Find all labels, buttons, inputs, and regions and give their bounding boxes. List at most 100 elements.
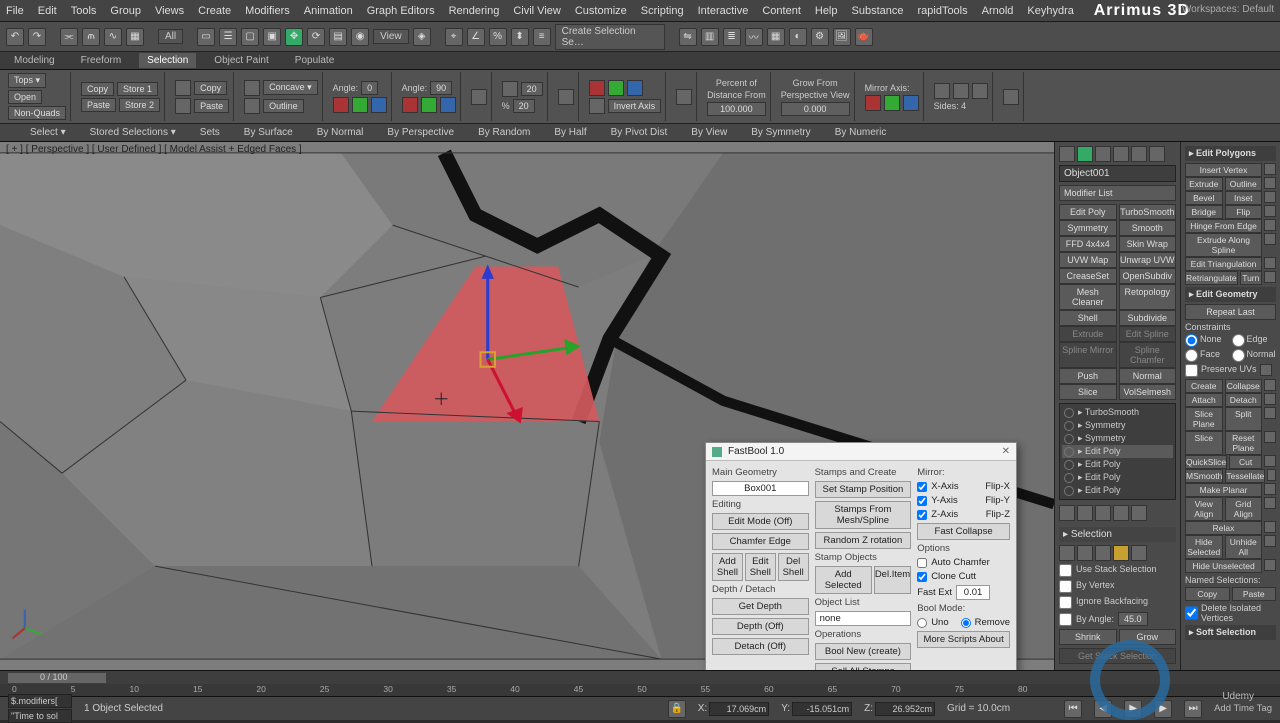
viewport[interactable]: [ + ] [ Perspective ] [ User Defined ] […: [0, 142, 1054, 670]
mirror-icon[interactable]: ⇋: [679, 28, 697, 46]
edit-triangulation-button[interactable]: Edit Triangulation: [1185, 257, 1262, 271]
menu-item[interactable]: Arnold: [982, 5, 1014, 17]
settings-icon[interactable]: [1264, 233, 1276, 245]
nonquads-button[interactable]: Non-Quads: [8, 106, 66, 120]
sides-label[interactable]: Sides: 4: [934, 101, 988, 111]
random-z-button[interactable]: Random Z rotation: [815, 532, 912, 549]
fastext-value[interactable]: 0.01: [956, 585, 990, 600]
insert-vertex-button[interactable]: Insert Vertex: [1185, 163, 1262, 177]
menu-item[interactable]: Modifiers: [245, 5, 290, 17]
modifier-normal-button[interactable]: Normal: [1119, 368, 1177, 384]
pct-value[interactable]: 20: [521, 82, 543, 96]
angle1-value[interactable]: 0: [361, 81, 378, 95]
hierarchy-tab-icon[interactable]: [1095, 146, 1111, 162]
selection-rollout[interactable]: ▸ Selection: [1059, 527, 1176, 542]
by-angle-check[interactable]: [1059, 613, 1072, 626]
invert-axis-button[interactable]: Invert Axis: [608, 99, 662, 113]
mirror-x-icon[interactable]: [865, 95, 881, 111]
named-selection-dropdown[interactable]: Create Selection Se…: [555, 24, 665, 50]
modifier-skin-wrap-button[interactable]: Skin Wrap: [1119, 236, 1177, 252]
material-editor-icon[interactable]: ◐: [789, 28, 807, 46]
by-symmetry-label[interactable]: By Symmetry: [751, 127, 810, 138]
stack-item[interactable]: ▸ Symmetry: [1062, 432, 1173, 445]
remove-radio[interactable]: [961, 618, 971, 628]
window-crossing-icon[interactable]: ▣: [263, 28, 281, 46]
axis-y2-icon[interactable]: [421, 97, 437, 113]
axis-x2-icon[interactable]: [402, 97, 418, 113]
flipx-label[interactable]: Flip-X: [985, 481, 1010, 492]
bind-icon[interactable]: ∿: [104, 28, 122, 46]
tops-button[interactable]: Tops ▾: [8, 73, 46, 88]
constraint-face-radio[interactable]: [1185, 349, 1198, 362]
bridge-button[interactable]: Bridge: [1185, 205, 1223, 219]
modifier-uvw-map-button[interactable]: UVW Map: [1059, 252, 1117, 268]
by-normal-label[interactable]: By Normal: [317, 127, 364, 138]
edit-mode-button[interactable]: Edit Mode (Off): [712, 513, 809, 530]
menu-item[interactable]: rapidTools: [917, 5, 967, 17]
by-numeric-label[interactable]: By Numeric: [835, 127, 887, 138]
half-z-icon[interactable]: [627, 80, 643, 96]
rotate-icon[interactable]: ⟳: [307, 28, 325, 46]
flipz-label[interactable]: Flip-Z: [986, 509, 1010, 520]
settings-icon[interactable]: [1267, 469, 1276, 481]
menu-item[interactable]: Animation: [304, 5, 353, 17]
paste-button[interactable]: Paste: [81, 98, 116, 112]
link-icon[interactable]: ⫘: [60, 28, 78, 46]
outline-button[interactable]: Outline: [263, 99, 304, 113]
axis-x-icon[interactable]: [333, 97, 349, 113]
menu-item[interactable]: Tools: [71, 5, 97, 17]
depth-off-button[interactable]: Depth (Off): [712, 618, 809, 635]
render-setup-icon[interactable]: ⚙: [811, 28, 829, 46]
axis-y-icon[interactable]: [352, 97, 368, 113]
edit-polygons-rollout[interactable]: ▸ Edit Polygons: [1185, 146, 1276, 161]
angle2-value[interactable]: 90: [430, 81, 452, 95]
menu-item[interactable]: File: [6, 5, 24, 17]
visibility-icon[interactable]: [1064, 434, 1074, 444]
store1-button[interactable]: Store 1: [117, 82, 158, 96]
create-button[interactable]: Create: [1185, 379, 1223, 393]
set-stamp-button[interactable]: Set Stamp Position: [815, 481, 912, 498]
axis-z-icon[interactable]: [371, 97, 387, 113]
redo-icon[interactable]: ↷: [28, 28, 46, 46]
soft-selection-rollout[interactable]: ▸ Soft Selection: [1185, 625, 1276, 640]
settings-icon[interactable]: [1264, 483, 1276, 495]
settings-icon[interactable]: [1264, 535, 1276, 547]
select-icon[interactable]: ▭: [197, 28, 215, 46]
spinner-icon[interactable]: [471, 89, 487, 105]
close-icon[interactable]: ✕: [1002, 446, 1010, 457]
menu-item[interactable]: Group: [110, 5, 141, 17]
bool-new-button[interactable]: Bool New (create): [815, 643, 912, 660]
grid-align-button[interactable]: Grid Align: [1225, 497, 1263, 521]
add-shell-button[interactable]: Add Shell: [712, 553, 743, 581]
modifier-shell-button[interactable]: Shell: [1059, 310, 1117, 326]
flipy-label[interactable]: Flip-Y: [985, 495, 1010, 506]
inset-button[interactable]: Inset: [1225, 191, 1263, 205]
delete-iso-check[interactable]: [1185, 603, 1198, 623]
configure-sets-icon[interactable]: [1131, 505, 1147, 521]
stack-item[interactable]: ▸ Edit Poly: [1062, 471, 1173, 484]
by-half-label[interactable]: By Half: [554, 127, 586, 138]
pct2-value[interactable]: 20: [513, 99, 535, 113]
lock-selection-icon[interactable]: 🔒: [668, 700, 686, 718]
settings-icon[interactable]: [1264, 407, 1276, 419]
distance-value[interactable]: 100.000: [707, 102, 766, 116]
spinner-snap-icon[interactable]: ⬍: [511, 28, 529, 46]
settings-icon[interactable]: [1264, 205, 1276, 217]
modifier-smooth-button[interactable]: Smooth: [1119, 220, 1177, 236]
settings-icon[interactable]: [1264, 379, 1276, 391]
curve-editor-icon[interactable]: 〰: [745, 28, 763, 46]
stack-item[interactable]: ▸ Edit Poly: [1062, 484, 1173, 497]
render-frame-icon[interactable]: 🖼: [833, 28, 851, 46]
menu-item[interactable]: Edit: [38, 5, 57, 17]
stack-item[interactable]: ▸ Edit Poly: [1062, 458, 1173, 471]
constraint-normal-radio[interactable]: [1232, 349, 1245, 362]
copy-named-button[interactable]: Copy: [1185, 587, 1230, 601]
menu-item[interactable]: Create: [198, 5, 231, 17]
half-y-icon[interactable]: [608, 80, 624, 96]
stack-item[interactable]: ▸ Symmetry: [1062, 419, 1173, 432]
modifier-slice-button[interactable]: Slice: [1059, 384, 1117, 400]
settings-icon[interactable]: [1264, 393, 1276, 405]
visibility-icon[interactable]: [1064, 421, 1074, 431]
visibility-icon[interactable]: [1064, 473, 1074, 483]
menu-item[interactable]: Graph Editors: [367, 5, 435, 17]
